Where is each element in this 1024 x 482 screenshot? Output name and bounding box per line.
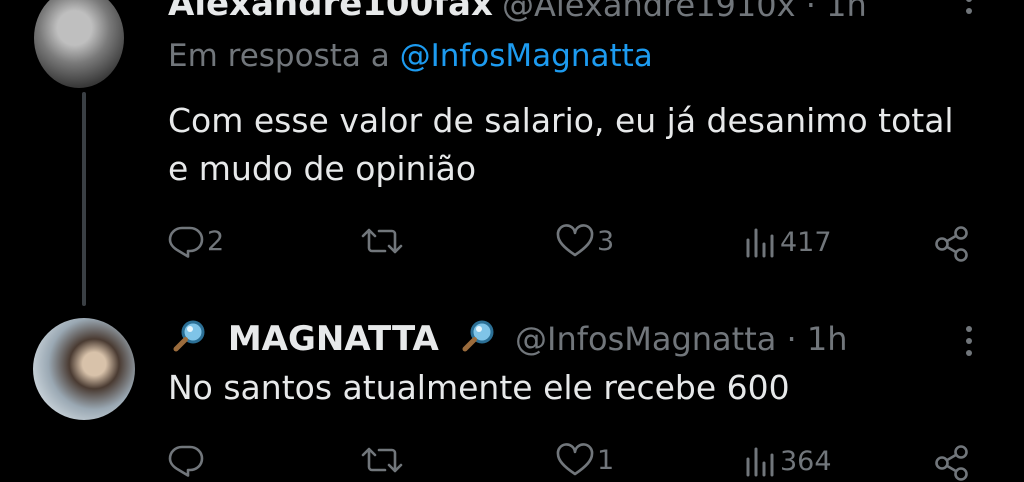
more-icon[interactable] — [966, 0, 974, 20]
user-handle[interactable]: @Alexandre1910x · 1h — [502, 0, 867, 24]
views-icon — [746, 228, 774, 258]
reply-context: Em resposta a @InfosMagnatta — [168, 38, 653, 74]
like-icon — [556, 224, 594, 257]
like-count: 3 — [597, 225, 615, 257]
thread-line — [82, 92, 86, 306]
reply-mention-link[interactable]: @InfosMagnatta — [400, 38, 653, 74]
more-icon[interactable] — [966, 326, 974, 362]
repost-icon — [361, 228, 403, 254]
share-icon — [935, 226, 968, 262]
reply-button[interactable] — [168, 443, 204, 477]
avatar[interactable] — [33, 318, 135, 420]
like-button[interactable]: 1 — [555, 443, 614, 477]
share-button[interactable] — [932, 225, 972, 263]
view-count: 417 — [780, 226, 832, 258]
user-handle[interactable]: @InfosMagnatta · 1h — [515, 320, 848, 358]
reply-icon — [168, 226, 204, 258]
view-count: 364 — [780, 445, 832, 477]
like-icon — [556, 443, 594, 476]
display-name[interactable]: MAGNATTA — [228, 319, 439, 359]
share-icon — [935, 445, 968, 481]
display-name[interactable]: Alexandre100fax — [168, 0, 493, 24]
tweet-text: Com esse valor de salario, eu já desanim… — [168, 101, 954, 188]
tweet-text: No santos atualmente ele recebe 600 — [168, 368, 790, 407]
avatar[interactable] — [34, 0, 124, 88]
reply-button[interactable]: 2 — [168, 224, 224, 258]
views-button[interactable]: 364 — [744, 445, 832, 477]
magnifier-icon — [172, 318, 208, 363]
reply-prefix: Em resposta a — [168, 38, 400, 74]
reply-icon — [168, 445, 204, 477]
views-button[interactable]: 417 — [744, 226, 832, 258]
repost-button[interactable] — [360, 226, 404, 256]
like-button[interactable]: 3 — [555, 224, 614, 258]
magnifier-icon — [461, 318, 497, 363]
display-name-row[interactable]: MAGNATTA — [172, 318, 497, 363]
reply-count: 2 — [207, 225, 225, 257]
views-icon — [746, 447, 774, 477]
share-button[interactable] — [932, 444, 972, 482]
